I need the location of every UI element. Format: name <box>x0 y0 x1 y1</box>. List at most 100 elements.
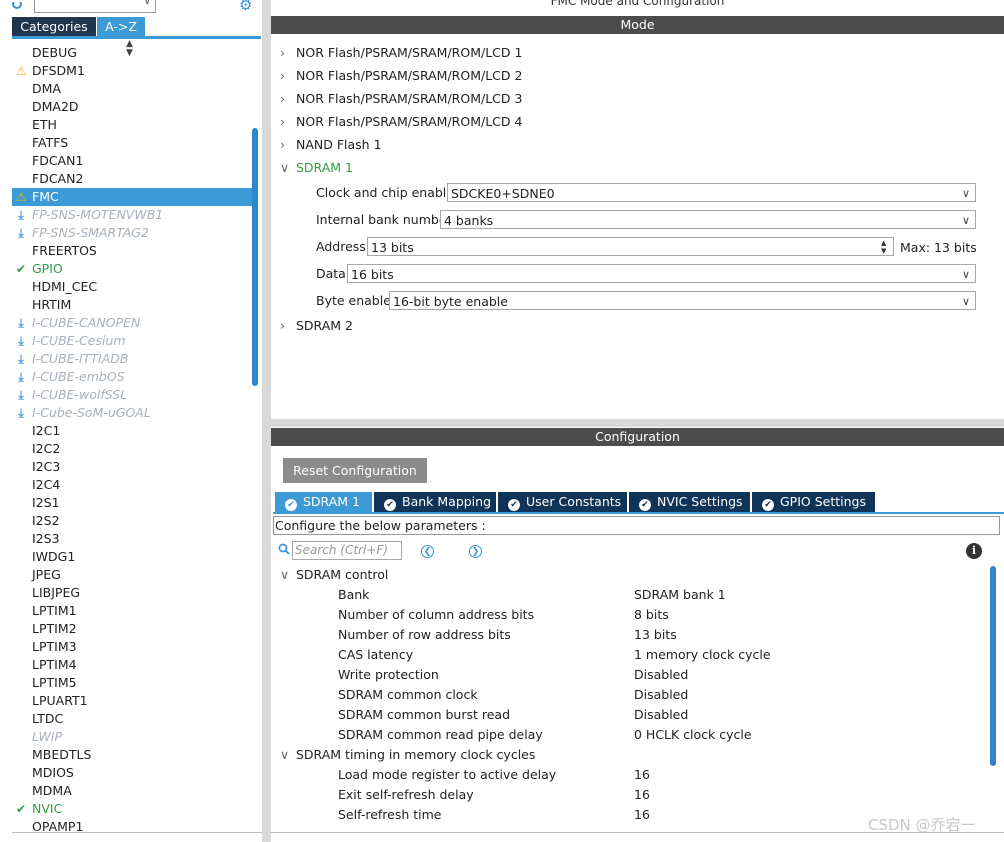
tab-sdram-1[interactable]: ✔ SDRAM 1 <box>275 492 372 512</box>
chevron-down-icon[interactable]: ∨ <box>144 0 151 7</box>
param-value[interactable]: 16 <box>634 785 650 805</box>
list-item[interactable]: FDCAN2 <box>12 170 252 188</box>
gear-icon[interactable]: ⚙ <box>239 0 252 14</box>
list-item[interactable]: ⚠ DFSDM1 <box>12 62 252 80</box>
tab-categories[interactable]: Categories <box>12 17 96 36</box>
list-item[interactable]: DMA2D <box>12 98 252 116</box>
list-item-label: I2C3 <box>32 459 61 474</box>
tab-a-to-z[interactable]: A->Z <box>97 17 145 36</box>
left-scrollbar[interactable] <box>252 128 258 386</box>
list-item[interactable]: ⤓ I-Cube-SoM-uGOAL <box>12 404 252 422</box>
tree-node[interactable]: › NOR Flash/PSRAM/SRAM/ROM/LCD 1 <box>280 43 522 63</box>
param-group[interactable]: ∨ SDRAM timing in memory clock cycles <box>280 745 535 765</box>
param-row[interactable]: Load mode register to active delay 16 <box>0 765 990 785</box>
chevron-right-icon[interactable]: › <box>280 316 296 336</box>
search-input[interactable]: Search (Ctrl+F) <box>292 541 402 560</box>
mode-header: Mode <box>271 16 1004 34</box>
clock-chip-select[interactable]: SDCKE0+SDNE0 ∨ <box>447 183 976 202</box>
param-value[interactable]: 1 memory clock cycle <box>634 645 771 665</box>
param-value[interactable]: Disabled <box>634 685 688 705</box>
list-item[interactable]: I2S2 <box>12 512 252 530</box>
params-scrollbar[interactable] <box>990 566 996 766</box>
section-splitter[interactable] <box>271 419 1004 427</box>
list-item[interactable]: HDMI_CEC <box>12 278 252 296</box>
param-row[interactable]: CAS latency 1 memory clock cycle <box>0 645 990 665</box>
param-row[interactable]: SDRAM common read pipe delay 0 HCLK clock… <box>0 725 990 745</box>
tab-label: SDRAM 1 <box>303 494 361 509</box>
param-value[interactable]: Disabled <box>634 665 688 685</box>
tab-bank-mapping[interactable]: ✔ Bank Mapping <box>374 492 496 512</box>
param-value[interactable]: 8 bits <box>634 605 669 625</box>
param-row[interactable]: Exit self-refresh delay 16 <box>0 785 990 805</box>
list-item[interactable]: I2C2 <box>12 440 252 458</box>
list-item[interactable]: ⤓ I-CUBE-ITTIADB <box>12 350 252 368</box>
reset-configuration-button[interactable]: Reset Configuration <box>283 458 427 483</box>
list-item[interactable]: ⤓ I-CUBE-CANOPEN <box>12 314 252 332</box>
list-item[interactable]: ⤓ I-CUBE-wolfSSL <box>12 386 252 404</box>
chevron-down-icon[interactable]: ∨ <box>280 745 296 765</box>
previous-match-icon[interactable]: ❮ <box>421 545 434 558</box>
search-icon[interactable] <box>12 0 22 10</box>
list-item[interactable]: ⤓ I-CUBE-embOS <box>12 368 252 386</box>
param-value[interactable]: 13 bits <box>634 625 677 645</box>
list-item[interactable]: ⤓ I-CUBE-Cesium <box>12 332 252 350</box>
list-item[interactable]: I2C4 <box>12 476 252 494</box>
list-item[interactable]: ⤓ FP-SNS-MOTENVWB1 <box>12 206 252 224</box>
tree-node[interactable]: › NOR Flash/PSRAM/SRAM/ROM/LCD 2 <box>280 66 522 86</box>
list-item[interactable]: FREERTOS <box>12 242 252 260</box>
chevron-right-icon[interactable]: › <box>280 112 296 132</box>
address-spinner[interactable]: 13 bits ▲ ▼ <box>367 237 894 256</box>
list-item[interactable]: ETH <box>12 116 252 134</box>
bank-number-select[interactable]: 4 banks ∨ <box>440 210 976 229</box>
spinner-arrows-icon[interactable]: ▲ ▼ <box>881 239 890 255</box>
list-item-label: HDMI_CEC <box>32 279 98 294</box>
param-row[interactable]: SDRAM common burst read Disabled <box>0 705 990 725</box>
param-row[interactable]: Bank SDRAM bank 1 <box>0 585 990 605</box>
param-row[interactable]: Number of column address bits 8 bits <box>0 605 990 625</box>
list-item[interactable]: I2C3 <box>12 458 252 476</box>
info-icon[interactable]: i <box>966 543 982 559</box>
chevron-right-icon[interactable]: › <box>280 89 296 109</box>
tree-node[interactable]: ∨ SDRAM 1 <box>280 158 353 178</box>
param-group[interactable]: ∨ SDRAM control <box>280 565 388 585</box>
chevron-down-icon[interactable]: ∨ <box>280 565 296 585</box>
param-row[interactable]: Self-refresh time 16 <box>0 805 990 825</box>
list-item[interactable]: HRTIM <box>12 296 252 314</box>
tree-node[interactable]: › NAND Flash 1 <box>280 135 382 155</box>
byte-enable-select[interactable]: 16-bit byte enable ∨ <box>389 291 976 310</box>
list-item[interactable]: MBEDTLS <box>12 746 252 764</box>
chevron-right-icon[interactable]: › <box>280 135 296 155</box>
list-item[interactable]: ⤓ FP-SNS-SMARTAG2 <box>12 224 252 242</box>
tab-user-constants[interactable]: ✔ User Constants <box>498 492 627 512</box>
list-item[interactable]: ⚠ FMC <box>12 188 252 206</box>
list-item[interactable]: IWDG1 <box>12 548 252 566</box>
list-item[interactable]: I2S1 <box>12 494 252 512</box>
param-value[interactable]: SDRAM bank 1 <box>634 585 726 605</box>
list-item[interactable]: FATFS <box>12 134 252 152</box>
list-item[interactable]: DMA <box>12 80 252 98</box>
chevron-right-icon[interactable]: › <box>280 66 296 86</box>
param-value[interactable]: 16 <box>634 765 650 785</box>
list-item[interactable]: ✔ GPIO <box>12 260 252 278</box>
list-item[interactable]: I2S3 <box>12 530 252 548</box>
list-item[interactable]: DEBUG <box>12 44 252 62</box>
param-value[interactable]: Disabled <box>634 705 688 725</box>
list-item[interactable]: I2C1 <box>12 422 252 440</box>
tree-node[interactable]: › SDRAM 2 <box>280 316 353 336</box>
param-value[interactable]: 16 <box>634 805 650 825</box>
tree-node[interactable]: › NOR Flash/PSRAM/SRAM/ROM/LCD 4 <box>280 112 522 132</box>
list-item[interactable]: JPEG <box>12 566 252 584</box>
param-row[interactable]: SDRAM common clock Disabled <box>0 685 990 705</box>
data-select[interactable]: 16 bits ∨ <box>347 264 976 283</box>
chevron-down-icon[interactable]: ∨ <box>280 158 296 178</box>
param-row[interactable]: Write protection Disabled <box>0 665 990 685</box>
next-match-icon[interactable]: ❯ <box>469 545 482 558</box>
tab-gpio-settings[interactable]: ✔ GPIO Settings <box>752 492 875 512</box>
tab-nvic-settings[interactable]: ✔ NVIC Settings <box>629 492 750 512</box>
chevron-right-icon[interactable]: › <box>280 43 296 63</box>
peripheral-search-combo[interactable]: ∨ <box>34 0 156 13</box>
param-value[interactable]: 0 HCLK clock cycle <box>634 725 752 745</box>
list-item[interactable]: FDCAN1 <box>12 152 252 170</box>
tree-node[interactable]: › NOR Flash/PSRAM/SRAM/ROM/LCD 3 <box>280 89 522 109</box>
param-row[interactable]: Number of row address bits 13 bits <box>0 625 990 645</box>
